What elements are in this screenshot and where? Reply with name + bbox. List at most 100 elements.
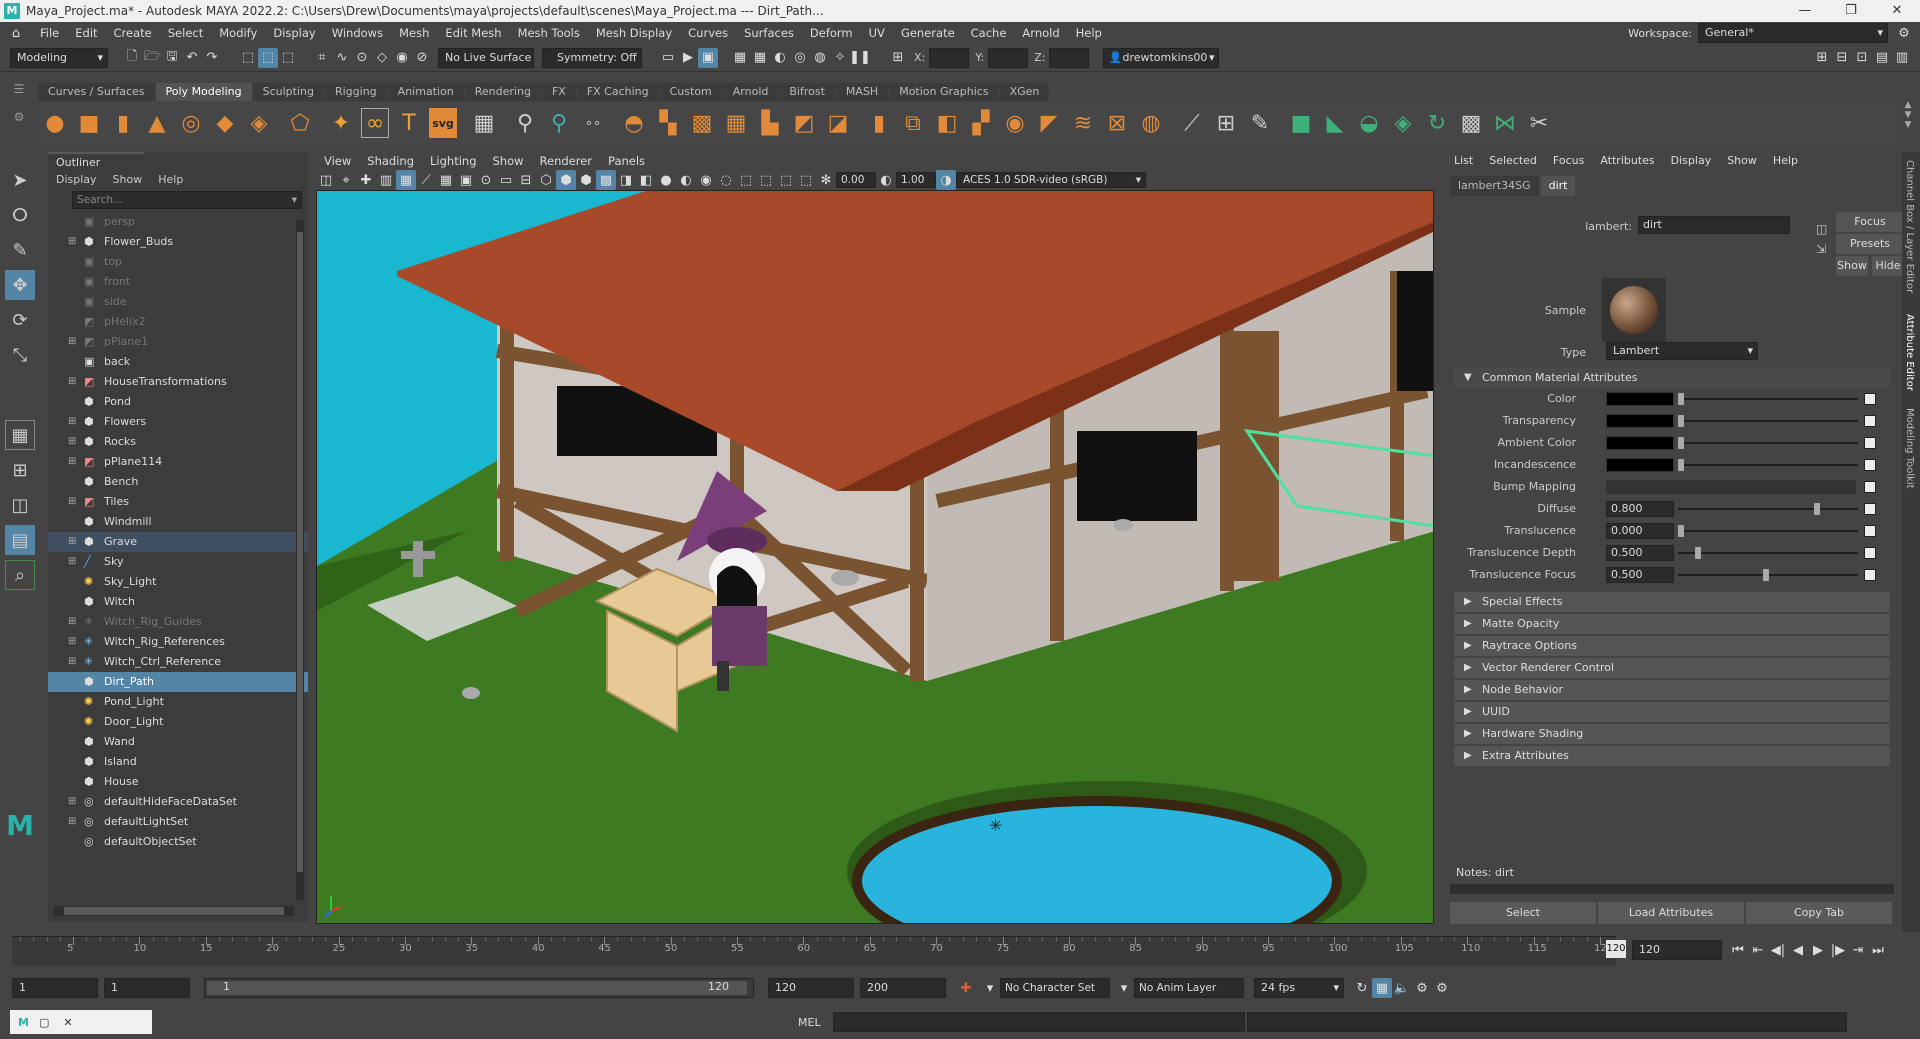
animation-prefs-icon[interactable]: ⚙ — [1412, 978, 1432, 998]
quad-draw-icon[interactable]: ✎ — [1246, 108, 1274, 138]
uv-auto-icon[interactable]: ↻ — [1423, 108, 1451, 138]
gate-mask-icon[interactable]: ▣ — [456, 170, 476, 190]
expand-icon[interactable]: ⊞ — [68, 552, 76, 572]
color-space-dropdown[interactable]: ACES 1.0 SDR-video (sRGB) ▾ — [956, 172, 1146, 188]
sidebar-toggle-5-icon[interactable]: ▥ — [1892, 48, 1912, 68]
four-view-icon[interactable]: ⊞ — [5, 455, 35, 485]
tab-channel-box[interactable]: Channel Box / Layer Editor — [1904, 160, 1915, 310]
value-slider[interactable] — [1678, 437, 1858, 449]
image-plane-icon[interactable]: ▥ — [376, 170, 396, 190]
camera-select-icon[interactable]: ◫ — [316, 170, 336, 190]
boolean-diff-icon[interactable]: ◪ — [824, 108, 852, 138]
shelf-tab-arnold[interactable]: Arnold — [722, 83, 779, 101]
textured-icon[interactable]: ▩ — [596, 170, 616, 190]
uv-spherical-icon[interactable]: ◈ — [1389, 108, 1417, 138]
slider-knob[interactable] — [1678, 459, 1684, 471]
ae-menu-selected[interactable]: Selected — [1481, 152, 1545, 170]
render-settings-icon[interactable]: ▦ — [730, 48, 750, 68]
outliner-menu-help[interactable]: Help — [150, 173, 191, 186]
load-attributes-button[interactable]: Load Attributes — [1598, 902, 1744, 924]
value-slider[interactable] — [1678, 503, 1858, 515]
select-hierarchy-icon[interactable]: ⬚ — [238, 48, 258, 68]
outliner-item[interactable]: ⊞ ⬢ Rocks — [48, 432, 308, 452]
step-back-frame-icon[interactable]: ◀| — [1768, 940, 1788, 960]
value-slider[interactable] — [1678, 459, 1858, 471]
outliner-item[interactable]: ⊞ ⬢ Flower_Buds — [48, 232, 308, 252]
outliner-item[interactable]: ◎ defaultObjectSet — [48, 832, 308, 852]
undo-icon[interactable]: ↶ — [182, 48, 202, 68]
auto-key-icon[interactable]: ✚ — [956, 978, 976, 998]
expand-icon[interactable]: ⊞ — [68, 432, 76, 452]
ae-menu-display[interactable]: Display — [1663, 152, 1720, 170]
outliner-item[interactable]: ⊞ ◎ defaultLightSet — [48, 812, 308, 832]
outliner-hscrollbar[interactable] — [54, 906, 294, 916]
symmetry-dropdown[interactable]: Symmetry: Off — [542, 47, 642, 68]
x-field[interactable] — [929, 47, 970, 68]
uv-layout-icon[interactable]: ⋈ — [1491, 108, 1519, 138]
restore-icon[interactable]: ▢ — [39, 1016, 49, 1029]
color-swatch[interactable] — [1606, 458, 1674, 472]
text-icon[interactable]: T — [395, 108, 423, 138]
smooth-shade-icon[interactable]: ⬢ — [556, 170, 576, 190]
live-surface-field[interactable]: No Live Surface — [438, 47, 534, 68]
outliner-item[interactable]: ⊞ ◎ defaultHideFaceDataSet — [48, 792, 308, 812]
viewport-menu-renderer[interactable]: Renderer — [532, 152, 601, 170]
platonic-solid-icon[interactable]: ⬠ — [286, 108, 314, 138]
map-button-icon[interactable] — [1864, 393, 1876, 405]
sidebar-toggle-3-icon[interactable]: ⊡ — [1852, 48, 1872, 68]
ao-icon[interactable]: ● — [656, 170, 676, 190]
map-button-icon[interactable] — [1864, 415, 1876, 427]
select-button[interactable]: Select — [1450, 902, 1596, 924]
isolate-select-icon[interactable]: ⬚ — [736, 170, 756, 190]
outliner-item[interactable]: ⬢ Windmill — [48, 512, 308, 532]
single-perspective-icon[interactable]: ▦ — [5, 420, 35, 450]
sidebar-toggle-1-icon[interactable]: ⊞ — [1812, 48, 1832, 68]
outliner-item[interactable]: ⊞ ◩ HouseTransformations — [48, 372, 308, 392]
menu-help[interactable]: Help — [1068, 22, 1110, 44]
outliner-item[interactable]: ⊞ ✳ Witch_Rig_References — [48, 632, 308, 652]
go-to-start-icon[interactable]: ⏮ — [1728, 940, 1748, 960]
home-icon[interactable]: ⌂ — [6, 23, 26, 43]
snap-live-icon[interactable]: ⊘ — [412, 48, 432, 68]
character-set-dropdown[interactable]: No Character Set — [1000, 978, 1110, 998]
cache-icon[interactable]: ▦ — [1372, 978, 1392, 998]
arnold-render-icon[interactable]: ◎ — [790, 48, 810, 68]
section-vector-renderer-control[interactable]: ▶ Vector Renderer Control — [1454, 658, 1890, 678]
super-shape-icon[interactable]: ✦ — [327, 108, 355, 138]
shelf-scroll[interactable]: ▲ ▼ ▼ — [1902, 100, 1914, 144]
grid-toggle-icon[interactable]: ▦ — [396, 170, 416, 190]
value-slider[interactable] — [1678, 547, 1858, 559]
xray-icon[interactable]: ⬚ — [756, 170, 776, 190]
value-slider[interactable] — [1678, 525, 1858, 537]
expand-icon[interactable]: ⊞ — [68, 452, 76, 472]
value-field[interactable]: 0.000 — [1606, 523, 1674, 539]
section-uuid[interactable]: ▶ UUID — [1454, 702, 1890, 722]
shelf-options[interactable]: ☰ ⚙ — [10, 82, 28, 144]
expand-icon[interactable]: ⊞ — [68, 812, 76, 832]
shelf-tab-rigging[interactable]: Rigging — [324, 83, 387, 101]
sweep-mesh-icon[interactable]: ∞ — [361, 108, 389, 138]
separate-icon[interactable]: ▚ — [654, 108, 682, 138]
sidebar-toggle-4-icon[interactable]: ▤ — [1872, 48, 1892, 68]
lasso-tool-icon[interactable]: ⵔ — [5, 200, 35, 230]
svg-icon[interactable]: svg — [429, 108, 457, 138]
focus-input-icon[interactable]: ◫ — [1816, 222, 1827, 236]
persp-outliner-layout-icon[interactable]: ▤ — [5, 525, 35, 555]
menu-surfaces[interactable]: Surfaces — [736, 22, 802, 44]
render-frame-icon[interactable]: ▶ — [678, 48, 698, 68]
viewport-menu-view[interactable]: View — [316, 152, 359, 170]
animation-start-field[interactable]: 1 — [12, 978, 98, 998]
poly-torus-icon[interactable]: ◎ — [177, 108, 205, 138]
outliner-item[interactable]: ⊞ ╱ Sky — [48, 552, 308, 572]
new-scene-icon[interactable]: 🗋 — [122, 48, 142, 68]
reduce-icon[interactable]: ▦ — [722, 108, 750, 138]
time-slider[interactable]: 5 10 15 20 25 30 35 40 45 50 55 60 65 70 75 80 85 90 95 100… — [12, 936, 1616, 966]
outliner-scrollbar[interactable] — [296, 220, 304, 900]
outliner-item[interactable]: ⊞ ✳ Witch_Rig_Guides — [48, 612, 308, 632]
value-slider[interactable] — [1678, 393, 1858, 405]
menu-create[interactable]: Create — [106, 22, 160, 44]
map-button-icon[interactable] — [1864, 525, 1876, 537]
types-icon[interactable]: ▦ — [470, 108, 498, 138]
target-weld-icon[interactable]: ⟋ — [1178, 108, 1206, 138]
xray-components-icon[interactable]: ⬚ — [796, 170, 816, 190]
